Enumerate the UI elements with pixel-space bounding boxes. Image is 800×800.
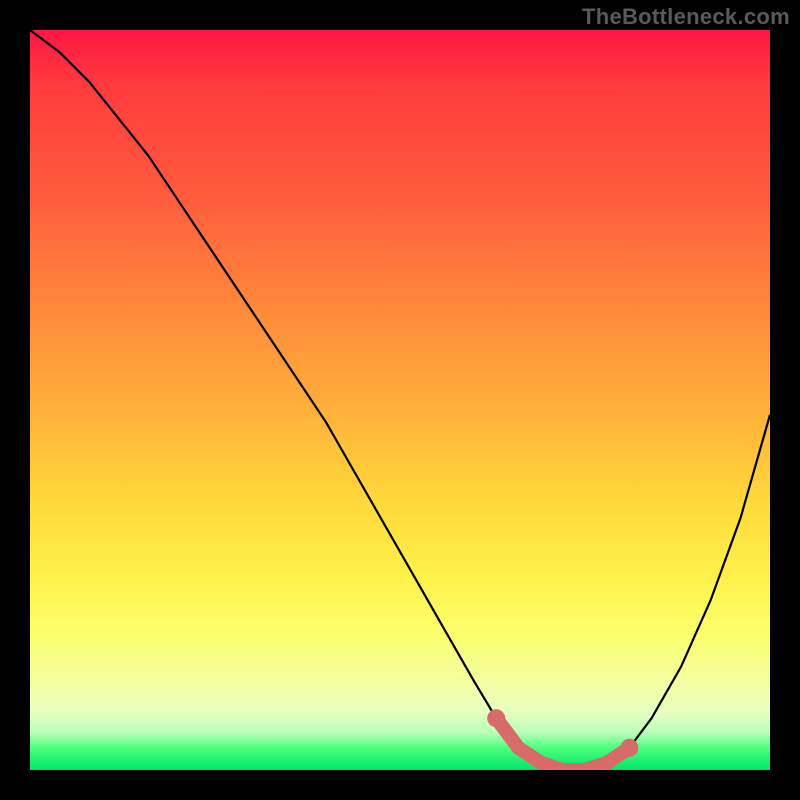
chart-svg [30,30,770,770]
highlight-start-dot [487,709,505,727]
chart-frame: TheBottleneck.com [0,0,800,800]
optimal-range-highlight [496,718,629,770]
bottleneck-curve [30,30,770,770]
watermark-text: TheBottleneck.com [582,4,790,30]
highlight-end-dot [620,739,638,757]
plot-area [30,30,770,770]
